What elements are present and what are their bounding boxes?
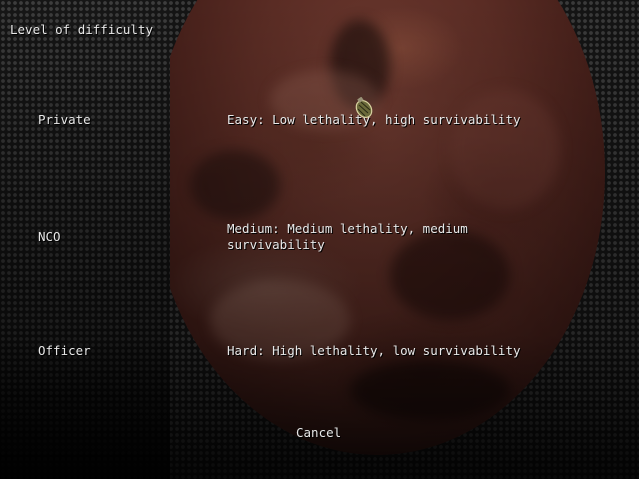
option-nco-button[interactable]: NCO	[38, 229, 61, 245]
difficulty-screen: Level of difficulty Private Easy: Low le…	[0, 0, 639, 479]
option-private-description[interactable]: Easy: Low lethality, high survivability	[227, 112, 557, 128]
option-nco-description[interactable]: Medium: Medium lethality, medium surviva…	[227, 221, 517, 253]
option-officer-button[interactable]: Officer	[38, 343, 91, 359]
grenade-cursor-icon	[355, 97, 373, 118]
cancel-button[interactable]: Cancel	[296, 425, 341, 441]
option-private-button[interactable]: Private	[38, 112, 91, 128]
option-officer-description[interactable]: Hard: High lethality, low survivability	[227, 343, 567, 359]
menu-title: Level of difficulty	[10, 22, 153, 37]
left-mesh-panel	[0, 0, 170, 479]
